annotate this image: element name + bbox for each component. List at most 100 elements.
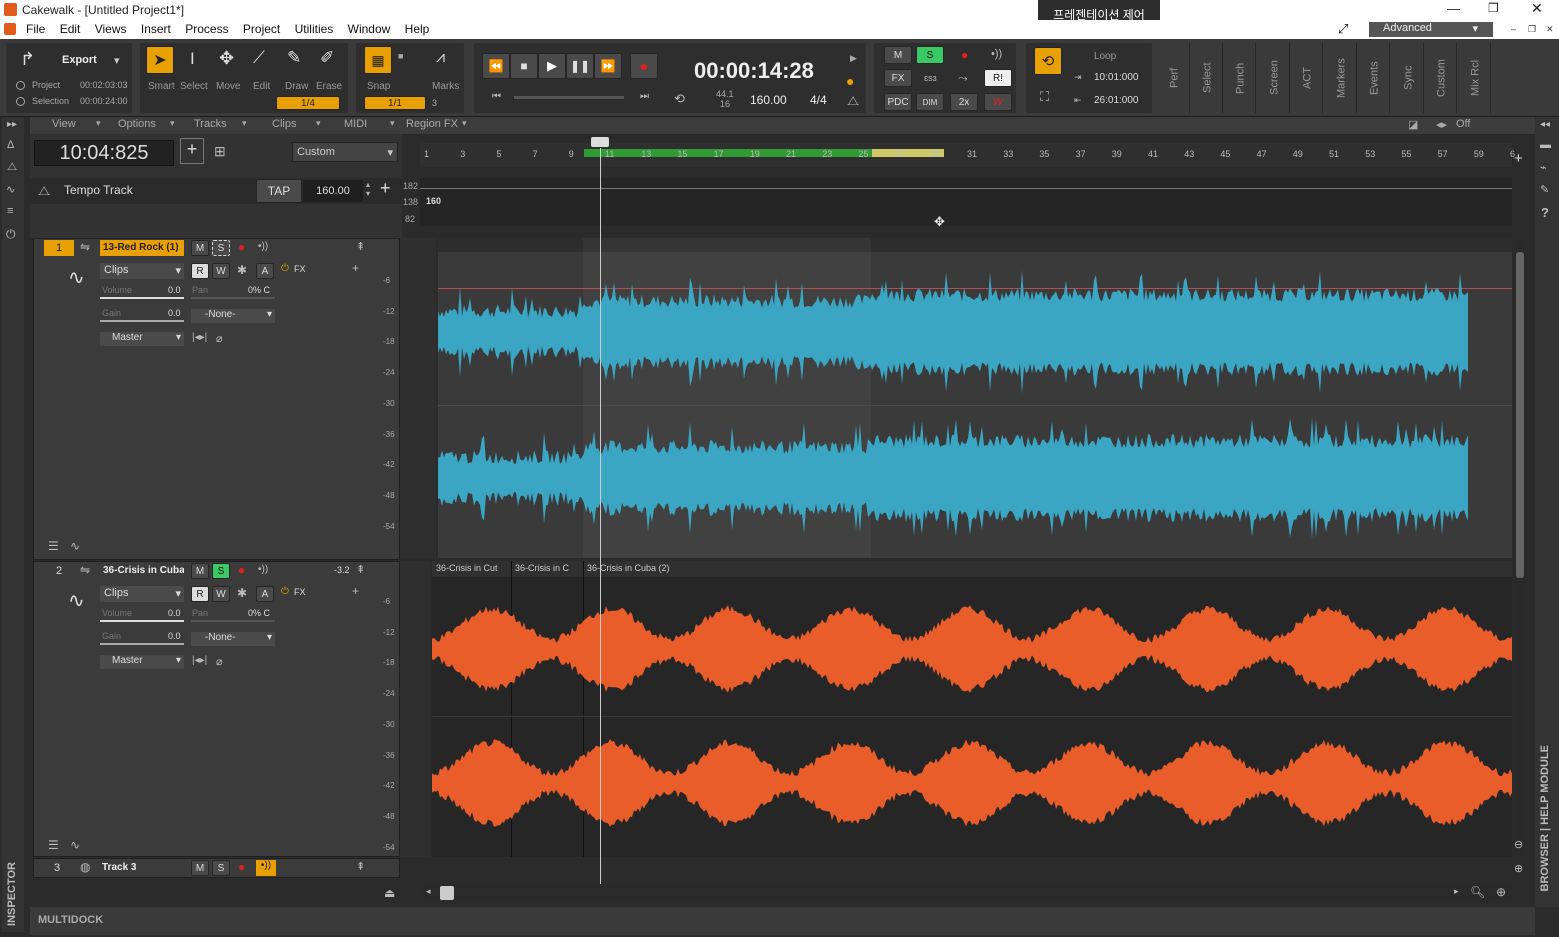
scroll-left-icon[interactable]: ◂ — [426, 886, 431, 897]
loop-mode-icon[interactable]: ⟲ — [674, 91, 685, 107]
track-settings-icon[interactable]: ⇋ — [80, 240, 90, 254]
track-mode-select[interactable]: Clips ▾ — [100, 586, 184, 602]
draw-tool-icon[interactable]: ✎ — [287, 48, 301, 68]
erase-tool-icon[interactable]: ✐ — [320, 48, 334, 68]
doc-close-icon[interactable]: ✕ — [1546, 24, 1554, 35]
browser-plugins-icon[interactable]: ⌁ — [1540, 161, 1547, 174]
add-fx-icon[interactable]: + — [352, 584, 359, 598]
multidock-bar[interactable]: MULTIDOCK — [30, 907, 1535, 935]
phase-icon[interactable]: |◂▸| — [192, 332, 207, 343]
track-name[interactable]: Track 3 — [102, 862, 136, 873]
pan-slider[interactable] — [191, 297, 275, 299]
horizontal-scrollbar[interactable]: ◂ ▸ 🔍︎ ⊕ — [422, 884, 1512, 902]
menu-process[interactable]: Process — [185, 22, 228, 36]
mute-button[interactable]: M — [191, 860, 209, 876]
inspector-metronome-icon[interactable]: ⧍ — [7, 161, 17, 174]
clip-name-2[interactable]: 36-Crisis in C — [515, 563, 569, 573]
solo-button[interactable]: S — [212, 240, 230, 256]
freeze-icon[interactable]: ✱ — [237, 586, 247, 600]
pan-slider[interactable] — [191, 620, 275, 622]
restore-icon[interactable]: ❐ — [1488, 1, 1499, 15]
move-tool-icon[interactable]: ✥ — [219, 48, 234, 69]
transport-time[interactable]: 00:00:14:28 — [694, 58, 814, 84]
menu-edit[interactable]: Edit — [60, 22, 81, 36]
zoom-in-horizontal-icon[interactable]: ⊕ — [1496, 885, 1506, 899]
loop-start[interactable]: 10:01:000 — [1094, 72, 1139, 83]
scroll-right-icon[interactable]: ▸ — [1454, 886, 1459, 897]
read-enable-button[interactable]: R! — [984, 69, 1012, 87]
record-arm-icon[interactable]: ● — [238, 860, 245, 874]
grid-off-label[interactable]: Off — [1456, 118, 1470, 130]
envelope-icon[interactable]: ∿ — [70, 838, 80, 852]
fx-label[interactable]: FX — [294, 264, 306, 274]
horizontal-scroll-thumb[interactable] — [440, 886, 454, 900]
markers-module-tab[interactable]: Markers — [1327, 43, 1357, 113]
inspector-power-icon[interactable]: ⏻ — [6, 227, 16, 242]
dim-button[interactable]: DIM — [916, 93, 944, 111]
tracks-menu[interactable]: Tracks — [194, 118, 227, 130]
inspector-tool-icon[interactable]: Δ — [7, 139, 14, 151]
input-select[interactable]: -None- ▾ — [191, 309, 275, 323]
write-automation-button[interactable]: W — [212, 263, 230, 279]
output-select[interactable]: Master ▾ — [100, 332, 184, 346]
mute-all-button[interactable]: M — [884, 46, 912, 64]
minimize-icon[interactable]: — — [1447, 1, 1460, 16]
rewind-button[interactable]: ⏪ — [482, 53, 510, 79]
tempo-track-value[interactable]: 160.00 — [303, 180, 363, 202]
edit-tool-icon[interactable]: ⟋ — [253, 48, 265, 68]
automation-icon[interactable]: ◪ — [1408, 118, 1418, 131]
snap-resolution[interactable]: 1/4 — [276, 96, 340, 110]
auto-punch-icon[interactable]: ● — [846, 73, 854, 89]
gain-slider[interactable] — [100, 320, 184, 322]
meter-value[interactable]: 4/4 — [810, 93, 827, 107]
add-marker-icon[interactable]: + — [1514, 150, 1523, 167]
volume-slider[interactable] — [100, 297, 184, 299]
menu-utilities[interactable]: Utilities — [295, 22, 334, 36]
gain-value[interactable]: 0.0 — [168, 631, 181, 641]
solo-button[interactable]: S — [212, 860, 230, 876]
select-tool-icon[interactable]: I — [190, 49, 195, 69]
snap-to-icon[interactable]: ■ — [398, 51, 403, 61]
radio-selection[interactable] — [16, 97, 25, 106]
lane-icon[interactable]: ☰ — [48, 838, 59, 852]
invert-icon[interactable]: ⌀ — [216, 655, 223, 668]
fx-power-icon[interactable]: ⏻ — [281, 586, 289, 597]
act-module-tab[interactable]: ACT — [1293, 43, 1323, 113]
zoom-out-vertical-icon[interactable]: ⊖ — [1514, 838, 1523, 851]
input-echo-icon[interactable]: •)) — [258, 241, 268, 252]
phase-icon[interactable]: |◂▸| — [192, 655, 207, 666]
select-module-tab[interactable]: Select — [1193, 43, 1223, 113]
archive-button[interactable]: A — [256, 586, 274, 602]
clip-name-1[interactable]: 36-Crisis in Cut — [436, 563, 498, 573]
bypass-icon[interactable]: ɛsɜ — [924, 73, 937, 83]
custom-module-tab[interactable]: Custom — [1427, 43, 1457, 113]
export-button[interactable]: Export — [62, 54, 97, 66]
track-name[interactable]: 36-Crisis in Cuba — [100, 563, 184, 579]
pan-value[interactable]: 0% C — [248, 608, 270, 618]
solo-button[interactable]: S — [212, 563, 230, 579]
read-automation-button[interactable]: R — [191, 263, 209, 279]
menu-file[interactable]: File — [26, 22, 45, 36]
read-automation-button[interactable]: R — [191, 586, 209, 602]
output-select[interactable]: Master ▾ — [100, 655, 184, 669]
pan-value[interactable]: 0% C — [248, 285, 270, 295]
track-3-header[interactable]: 3 ◍ Track 3 M S ● •)) ⇞ — [33, 858, 400, 878]
record-arm-icon[interactable]: ● — [961, 48, 968, 62]
archive-button[interactable]: A — [256, 263, 274, 279]
freeze-icon[interactable]: ✱ — [237, 263, 247, 277]
clips-menu[interactable]: Clips — [272, 118, 296, 130]
loop-toggle-button[interactable]: ⟲ — [1034, 47, 1062, 75]
volume-slider[interactable] — [100, 620, 184, 622]
track-mode-select[interactable]: Clips ▾ — [100, 263, 184, 279]
smart-tool-button[interactable]: ➤ — [146, 46, 174, 74]
monitor-icon[interactable]: •)) — [991, 48, 1002, 60]
browser-expand-icon[interactable]: ◂◂ — [1540, 119, 1550, 130]
add-track-icon[interactable]: + — [180, 138, 204, 164]
add-fx-icon[interactable]: + — [352, 261, 359, 275]
playhead-marker[interactable] — [591, 137, 609, 147]
pdc-button[interactable]: PDC — [884, 93, 912, 111]
fx-label[interactable]: FX — [294, 587, 306, 597]
stop-button[interactable]: ■ — [510, 53, 538, 79]
nudge-icon[interactable]: ◂▸ — [1436, 118, 1447, 131]
chevron-down-icon[interactable]: ▾ — [114, 54, 120, 67]
